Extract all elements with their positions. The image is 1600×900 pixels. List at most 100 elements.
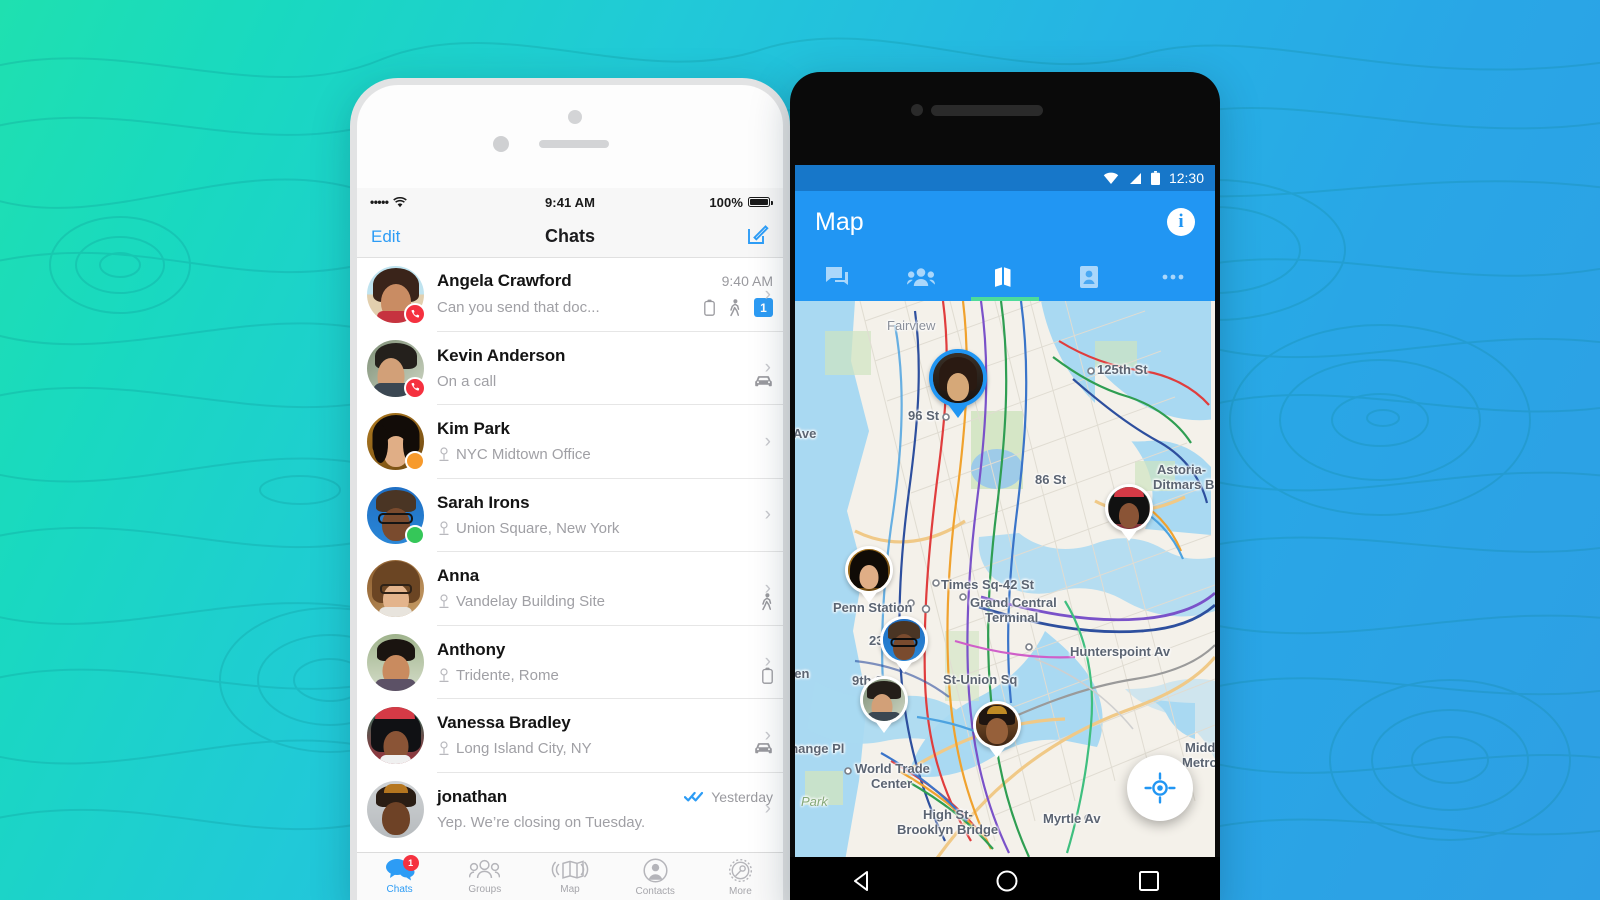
iphone-device: ••••• 9:41 AM 100% Edit Chats Angela Cra… xyxy=(350,78,790,900)
tab-badge: 1 xyxy=(402,855,419,871)
map-label: Myrtle Av xyxy=(1043,811,1101,826)
location-text: Vandelay Building Site xyxy=(437,593,605,610)
battery-icon xyxy=(704,299,715,317)
location-pin-icon xyxy=(439,741,449,756)
avatar xyxy=(367,780,424,838)
map-label: Grand Central xyxy=(970,595,1057,610)
gear-icon xyxy=(728,858,752,883)
sarah-pin[interactable] xyxy=(880,616,928,673)
location-text: Long Island City, NY xyxy=(437,740,592,757)
compose-icon[interactable] xyxy=(746,223,769,251)
avatar xyxy=(367,339,426,399)
map-label: change Pl xyxy=(795,741,845,756)
tab-map[interactable] xyxy=(963,265,1047,289)
avatar xyxy=(367,633,424,691)
map-label: Astoria- xyxy=(1157,462,1207,477)
contact-name: Kevin Anderson xyxy=(437,345,566,365)
contact-name: Sarah Irons xyxy=(437,492,530,512)
table-row[interactable]: Anna Vandelay Building Site › xyxy=(357,552,783,626)
android-camera-icon xyxy=(911,104,923,116)
info-icon[interactable]: i xyxy=(1167,208,1195,236)
tab-map[interactable]: Map xyxy=(527,853,612,900)
back-icon[interactable] xyxy=(850,868,876,899)
android-speaker-icon xyxy=(931,105,1043,116)
iphone-sensor-icon xyxy=(493,136,509,152)
row-body: Angela Crawford 9:40 AM Can you send tha… xyxy=(437,258,783,332)
table-row[interactable]: Vanessa Bradley Long Island City, NY › xyxy=(357,699,783,773)
map-label: 86 St xyxy=(1035,472,1067,487)
map-label: Midd xyxy=(1185,740,1215,755)
page-title: Map xyxy=(815,207,864,236)
map-label: Center xyxy=(871,776,913,791)
avatar xyxy=(367,560,424,618)
map-label: Terminal xyxy=(985,610,1039,625)
tab-groups[interactable]: Groups xyxy=(442,853,527,900)
tab-chats[interactable] xyxy=(795,265,879,289)
ios-tab-bar: 1 Chats Groups Map Contacts More xyxy=(357,852,783,900)
tab-contacts[interactable] xyxy=(1047,265,1131,289)
map-label: St-Union Sq xyxy=(943,672,1018,687)
table-row[interactable]: Kevin Anderson On a call › xyxy=(357,332,783,405)
status-time: 9:41 AM xyxy=(544,194,596,210)
map-label: ken xyxy=(795,666,810,681)
map-label: Penn Station xyxy=(833,600,913,615)
android-tab-bar xyxy=(795,253,1215,301)
chevron-right-icon: › xyxy=(764,798,771,820)
location-text: NYC Midtown Office xyxy=(437,446,591,463)
my-location-icon xyxy=(1144,772,1176,804)
table-row[interactable]: Sarah Irons Union Square, New York › xyxy=(357,479,783,552)
kevin-pin[interactable] xyxy=(860,676,908,733)
chevron-right-icon: › xyxy=(764,504,771,526)
location-pin-icon xyxy=(439,594,449,609)
android-screen: 12:30 Map i Fairview 125th St 96 St Ave … xyxy=(795,165,1215,857)
angela-pin[interactable] xyxy=(929,349,987,418)
home-icon[interactable] xyxy=(995,869,1019,898)
chevron-right-icon: › xyxy=(764,283,771,305)
map-label: Fairview xyxy=(887,318,936,333)
table-row[interactable]: jonathan Yesterday Yep. We’re closing on… xyxy=(357,773,783,847)
table-row[interactable]: Anthony Tridente, Rome › xyxy=(357,626,783,699)
jonathan-pin[interactable] xyxy=(973,701,1021,758)
tab-more[interactable]: More xyxy=(698,853,783,900)
walking-icon xyxy=(730,298,740,316)
location-pin-icon xyxy=(439,447,449,462)
ios-status-bar: ••••• 9:41 AM 100% xyxy=(357,188,783,216)
location-pin-icon xyxy=(439,521,449,535)
status-left: ••••• xyxy=(370,195,502,209)
map-icon xyxy=(995,267,1011,287)
location-pin-icon xyxy=(439,668,449,682)
signal-icon xyxy=(1129,172,1141,184)
contact-card-icon xyxy=(1080,266,1098,288)
row-body: Sarah Irons Union Square, New York xyxy=(437,479,783,552)
contact-name: Angela Crawford xyxy=(437,271,572,291)
my-location-button[interactable] xyxy=(1127,755,1193,821)
message-preview: Can you send that doc... xyxy=(437,299,600,317)
kim-pin[interactable] xyxy=(845,546,893,603)
map-label: Brooklyn Bridge xyxy=(897,822,999,837)
table-row[interactable]: Angela Crawford 9:40 AM Can you send tha… xyxy=(357,258,783,332)
map-label: High St- xyxy=(923,807,973,822)
groups-icon xyxy=(907,268,935,286)
vanessa-pin[interactable] xyxy=(1105,484,1153,541)
screenshot-stage: ••••• 9:41 AM 100% Edit Chats Angela Cra… xyxy=(0,0,1600,900)
table-row[interactable]: Kim Park NYC Midtown Office › xyxy=(357,405,783,479)
row-body: Kevin Anderson On a call xyxy=(437,332,783,405)
avatar xyxy=(367,707,424,765)
map-view[interactable]: Fairview 125th St 96 St Ave 86 St Astori… xyxy=(795,301,1215,857)
contact-icon xyxy=(643,858,668,883)
tab-overflow[interactable] xyxy=(1131,273,1215,281)
recents-icon[interactable] xyxy=(1138,870,1160,897)
contact-name: Vanessa Bradley xyxy=(437,713,571,733)
tab-groups[interactable] xyxy=(879,266,963,288)
android-app-bar: Map i xyxy=(795,191,1215,253)
map-label: Hunterspoint Av xyxy=(1070,644,1171,659)
message-preview: On a call xyxy=(437,372,497,390)
call-badge-icon xyxy=(404,303,426,326)
contact-name: Anna xyxy=(437,565,480,585)
iphone-speaker-icon xyxy=(539,140,609,148)
tab-chats[interactable]: 1 Chats xyxy=(357,853,442,900)
map-label: Times Sq-42 St xyxy=(941,577,1034,592)
groups-icon xyxy=(469,859,501,879)
tab-contacts[interactable]: Contacts xyxy=(613,853,698,900)
map-label: World Trade xyxy=(855,761,930,776)
